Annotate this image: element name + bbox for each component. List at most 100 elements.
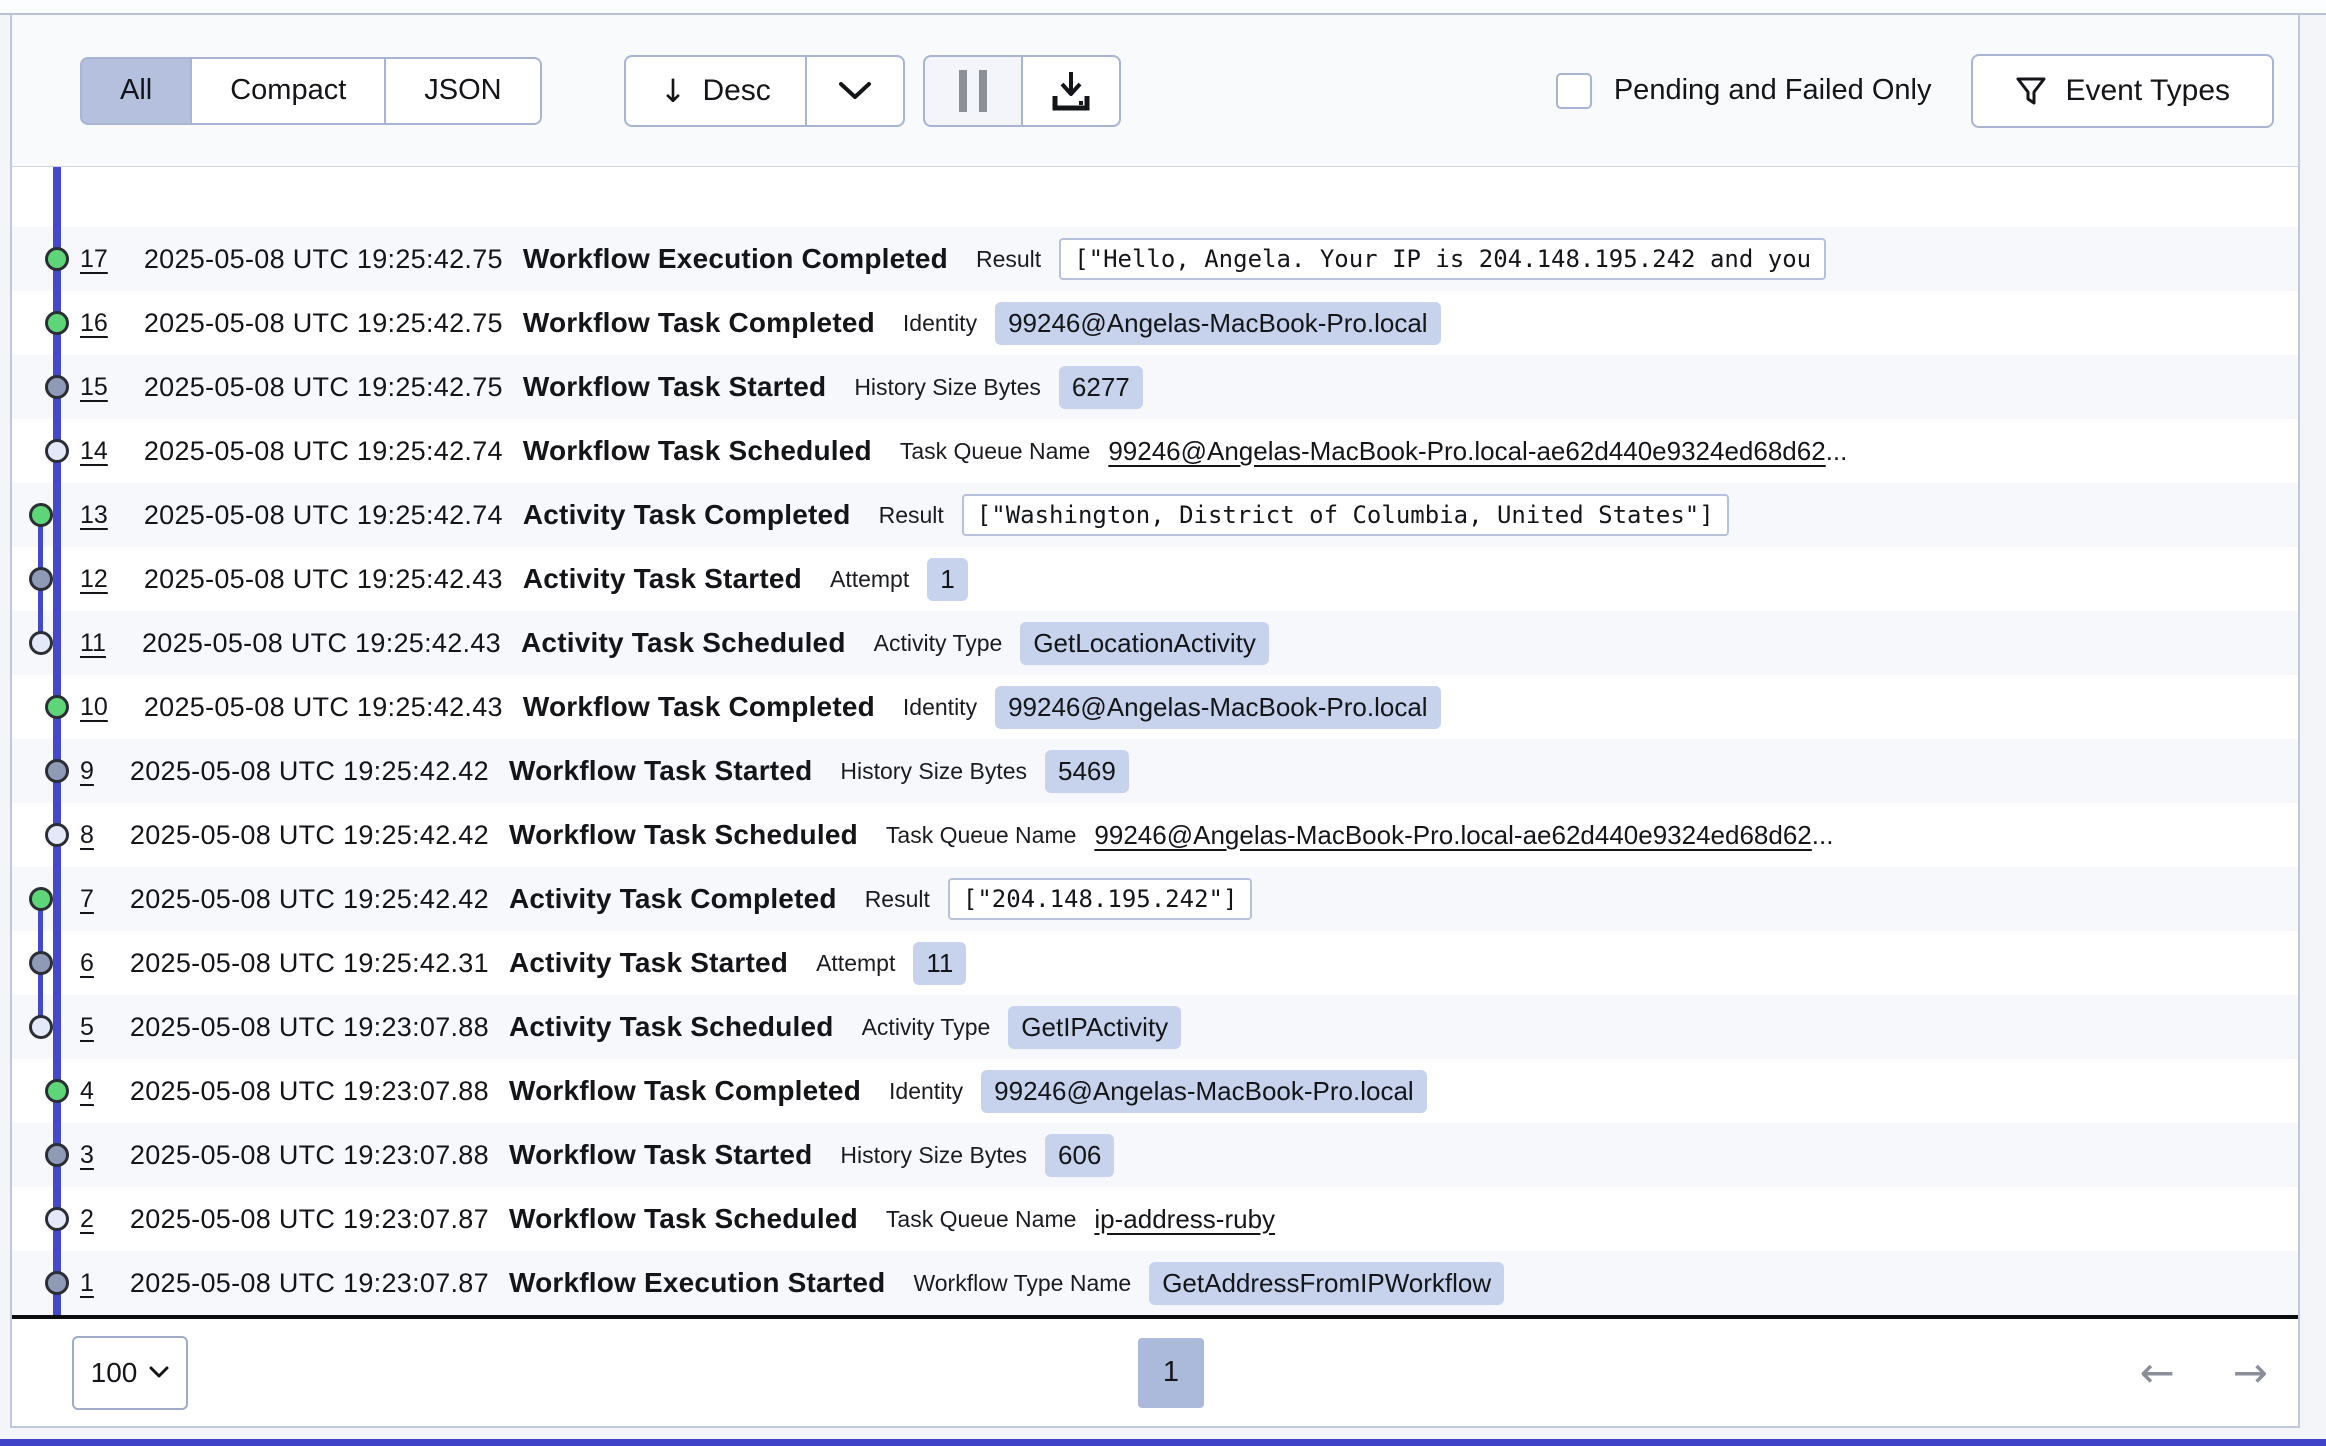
event-name: Activity Task Started bbox=[523, 563, 802, 595]
event-attr-label: Identity bbox=[903, 310, 977, 337]
event-history-panel: All Compact JSON ↓ Desc bbox=[10, 15, 2300, 1428]
event-id-link[interactable]: 4 bbox=[80, 1077, 94, 1106]
pause-icon bbox=[959, 70, 987, 112]
event-timestamp: 2025-05-08 UTC 19:23:07.88 bbox=[130, 1140, 489, 1171]
page-size-select[interactable]: 100 bbox=[72, 1336, 188, 1410]
pending-failed-label: Pending and Failed Only bbox=[1614, 74, 1932, 107]
event-timestamp: 2025-05-08 UTC 19:25:42.42 bbox=[130, 884, 489, 915]
playback-export-group bbox=[923, 55, 1121, 127]
event-attr-label: History Size Bytes bbox=[854, 374, 1041, 401]
event-timestamp: 2025-05-08 UTC 19:25:42.74 bbox=[144, 500, 503, 531]
event-status-dot bbox=[29, 951, 53, 975]
pending-failed-checkbox[interactable] bbox=[1556, 73, 1592, 109]
truncation-ellipsis: ... bbox=[1812, 820, 1834, 851]
event-name: Workflow Task Completed bbox=[523, 691, 875, 723]
event-attr-value-link[interactable]: 99246@Angelas-MacBook-Pro.local-ae62d440… bbox=[1108, 436, 1825, 467]
event-name: Activity Task Started bbox=[509, 947, 788, 979]
event-name: Activity Task Scheduled bbox=[509, 1011, 834, 1043]
event-id-link[interactable]: 5 bbox=[80, 1013, 94, 1042]
event-attr-value-chip: GetAddressFromIPWorkflow bbox=[1149, 1262, 1504, 1305]
truncation-ellipsis: ... bbox=[1826, 436, 1848, 467]
view-mode-all-button[interactable]: All bbox=[80, 57, 191, 125]
event-id-link[interactable]: 9 bbox=[80, 757, 94, 786]
event-id-link[interactable]: 8 bbox=[80, 821, 94, 850]
event-row: 16 2025-05-08 UTC 19:25:42.75 Workflow T… bbox=[12, 291, 2298, 355]
event-attr-value-link[interactable]: ip-address-ruby bbox=[1094, 1204, 1275, 1235]
filter-funnel-icon bbox=[2015, 75, 2047, 107]
event-name: Workflow Task Started bbox=[509, 1139, 812, 1171]
event-id-link[interactable]: 10 bbox=[80, 693, 108, 722]
arrow-down-icon: ↓ bbox=[660, 72, 687, 110]
event-row: 13 2025-05-08 UTC 19:25:42.74 Activity T… bbox=[12, 483, 2298, 547]
event-status-dot bbox=[45, 759, 69, 783]
event-timestamp: 2025-05-08 UTC 19:23:07.87 bbox=[130, 1204, 489, 1235]
event-id-link[interactable]: 2 bbox=[80, 1205, 94, 1234]
event-status-dot bbox=[29, 631, 53, 655]
event-result-code: ["204.148.195.242"] bbox=[948, 878, 1253, 920]
event-timestamp: 2025-05-08 UTC 19:25:42.42 bbox=[130, 820, 489, 851]
event-row: 8 2025-05-08 UTC 19:25:42.42 Workflow Ta… bbox=[12, 803, 2298, 867]
event-name: Workflow Task Scheduled bbox=[509, 1203, 858, 1235]
event-attr-value-chip: 5469 bbox=[1045, 750, 1129, 793]
event-attr-label: Activity Type bbox=[862, 1014, 991, 1041]
previous-page-arrow-icon[interactable]: ← bbox=[2140, 1352, 2175, 1394]
event-attr-label: History Size Bytes bbox=[840, 758, 1027, 785]
event-id-link[interactable]: 12 bbox=[80, 565, 108, 594]
event-attr-label: Task Queue Name bbox=[900, 438, 1090, 465]
event-attr-label: Result bbox=[879, 502, 944, 529]
event-name: Activity Task Scheduled bbox=[521, 627, 846, 659]
event-types-button[interactable]: Event Types bbox=[1971, 54, 2274, 128]
event-status-dot bbox=[29, 567, 53, 591]
event-row: 4 2025-05-08 UTC 19:23:07.88 Workflow Ta… bbox=[12, 1059, 2298, 1123]
page-top-strip bbox=[0, 0, 2326, 15]
event-id-link[interactable]: 3 bbox=[80, 1141, 94, 1170]
event-id-link[interactable]: 14 bbox=[80, 437, 108, 466]
event-timestamp: 2025-05-08 UTC 19:25:42.31 bbox=[130, 948, 489, 979]
event-name: Activity Task Completed bbox=[509, 883, 837, 915]
event-status-dot bbox=[29, 503, 53, 527]
event-status-dot bbox=[45, 695, 69, 719]
event-id-link[interactable]: 11 bbox=[80, 629, 106, 658]
event-id-link[interactable]: 16 bbox=[80, 309, 108, 338]
event-name: Activity Task Completed bbox=[523, 499, 851, 531]
event-attr-label: Attempt bbox=[830, 566, 909, 593]
page-size-value: 100 bbox=[91, 1357, 138, 1389]
view-mode-compact-button[interactable]: Compact bbox=[191, 57, 385, 125]
event-id-link[interactable]: 17 bbox=[80, 245, 108, 274]
event-row: 2 2025-05-08 UTC 19:23:07.87 Workflow Ta… bbox=[12, 1187, 2298, 1251]
event-row: 17 2025-05-08 UTC 19:25:42.75 Workflow E… bbox=[12, 227, 2298, 291]
pagination-bar: 100 1 ← → bbox=[12, 1319, 2298, 1426]
chevron-down-icon bbox=[149, 1366, 169, 1379]
sort-desc-button[interactable]: ↓ Desc bbox=[624, 55, 806, 127]
view-mode-json-button[interactable]: JSON bbox=[385, 57, 541, 125]
event-status-dot bbox=[45, 1079, 69, 1103]
current-page-button[interactable]: 1 bbox=[1138, 1338, 1204, 1408]
event-row: 6 2025-05-08 UTC 19:25:42.31 Activity Ta… bbox=[12, 931, 2298, 995]
event-status-dot bbox=[45, 439, 69, 463]
event-status-dot bbox=[45, 375, 69, 399]
event-id-link[interactable]: 13 bbox=[80, 501, 108, 530]
event-timestamp: 2025-05-08 UTC 19:25:42.75 bbox=[144, 244, 503, 275]
event-attr-label: Identity bbox=[889, 1078, 963, 1105]
event-name: Workflow Task Started bbox=[509, 755, 812, 787]
event-attr-value-chip: 6277 bbox=[1059, 366, 1143, 409]
view-mode-segmented-control: All Compact JSON bbox=[80, 57, 542, 125]
event-status-dot bbox=[29, 887, 53, 911]
download-button[interactable] bbox=[1022, 55, 1121, 127]
next-page-arrow-icon[interactable]: → bbox=[2233, 1352, 2268, 1394]
event-name: Workflow Task Completed bbox=[523, 307, 875, 339]
event-row: 10 2025-05-08 UTC 19:25:42.43 Workflow T… bbox=[12, 675, 2298, 739]
event-name: Workflow Task Started bbox=[523, 371, 826, 403]
event-id-link[interactable]: 15 bbox=[80, 373, 108, 402]
event-row: 15 2025-05-08 UTC 19:25:42.75 Workflow T… bbox=[12, 355, 2298, 419]
event-attr-value-link[interactable]: 99246@Angelas-MacBook-Pro.local-ae62d440… bbox=[1094, 820, 1811, 851]
sort-dropdown-button[interactable] bbox=[806, 55, 905, 127]
event-id-link[interactable]: 1 bbox=[80, 1269, 94, 1298]
event-row: 1 2025-05-08 UTC 19:23:07.87 Workflow Ex… bbox=[12, 1251, 2298, 1315]
pause-button[interactable] bbox=[923, 55, 1022, 127]
event-timestamp: 2025-05-08 UTC 19:23:07.88 bbox=[130, 1076, 489, 1107]
event-id-link[interactable]: 7 bbox=[80, 885, 94, 914]
event-id-link[interactable]: 6 bbox=[80, 949, 94, 978]
sort-order-control: ↓ Desc bbox=[624, 55, 905, 127]
event-attr-label: Result bbox=[976, 246, 1041, 273]
